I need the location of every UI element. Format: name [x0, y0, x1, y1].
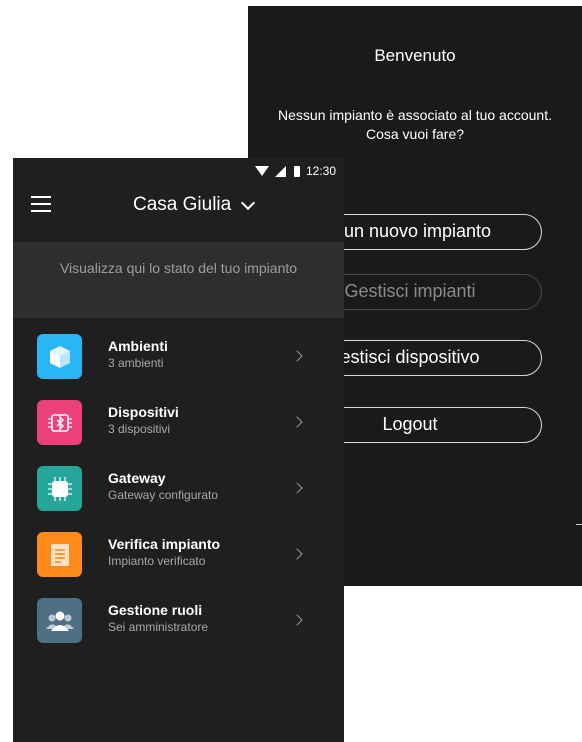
summary-text: Visualizza qui lo stato del tuo impianto — [59, 260, 298, 276]
menu-item-ambienti[interactable]: Ambienti 3 ambienti — [13, 324, 344, 390]
menu-item-label: Dispositivi — [108, 404, 179, 420]
chevron-right-icon — [291, 548, 303, 560]
menu-item-gateway[interactable]: Gateway Gateway configurato — [13, 456, 344, 522]
welcome-message-line2: Cosa vuoi fare? — [365, 126, 465, 142]
users-icon — [37, 598, 82, 643]
menu-item-sub: Sei amministratore — [108, 620, 209, 634]
status-summary: Visualizza qui lo stato del tuo impianto — [13, 242, 344, 318]
gateway-chip-icon — [37, 466, 82, 511]
welcome-title: Benvenuto — [374, 46, 456, 65]
welcome-message-line1: Nessun impianto è associato al tuo accou… — [278, 107, 552, 123]
menu-item-sub: 3 dispositivi — [108, 422, 171, 436]
home-screen: 12:30 Casa Giulia Visualizza qui lo stat… — [13, 158, 344, 742]
chevron-right-icon — [291, 482, 303, 494]
menu-item-sub: 3 ambienti — [108, 356, 164, 370]
menu-item-sub: Gateway configurato — [108, 488, 219, 502]
signal-icon — [274, 165, 286, 177]
chevron-right-icon — [291, 614, 303, 626]
app-title: Casa Giulia — [133, 194, 232, 215]
wifi-icon — [254, 166, 269, 176]
battery-icon — [293, 165, 300, 177]
menu-item-label: Gateway — [108, 470, 166, 486]
menu-item-verifica-impianto[interactable]: Verifica impianto Impianto verificato — [13, 522, 344, 588]
document-check-icon — [37, 532, 82, 577]
menu-item-dispositivi[interactable]: Dispositivi 3 dispositivi — [13, 390, 344, 456]
menu-item-gestione-ruoli[interactable]: Gestione ruoli Sei amministratore — [13, 588, 344, 654]
menu-item-label: Verifica impianto — [108, 536, 221, 552]
plant-selector[interactable]: Casa Giulia — [133, 194, 256, 216]
welcome-message: Nessun impianto è associato al tuo accou… — [248, 106, 582, 144]
chevron-right-icon — [291, 350, 303, 362]
menu-item-label: Gestione ruoli — [108, 602, 203, 618]
bluetooth-chip-icon — [37, 400, 82, 445]
status-bar: 12:30 — [13, 158, 344, 184]
chevron-down-icon — [241, 195, 256, 211]
menu-item-label: Ambienti — [108, 338, 168, 354]
hamburger-icon[interactable] — [31, 196, 51, 212]
menu-item-sub: Impianto verificato — [108, 554, 206, 568]
divider — [576, 524, 582, 525]
chevron-right-icon — [291, 416, 303, 428]
status-time: 12:30 — [305, 164, 336, 178]
app-bar: Casa Giulia — [13, 184, 344, 242]
cube-icon — [37, 334, 82, 379]
